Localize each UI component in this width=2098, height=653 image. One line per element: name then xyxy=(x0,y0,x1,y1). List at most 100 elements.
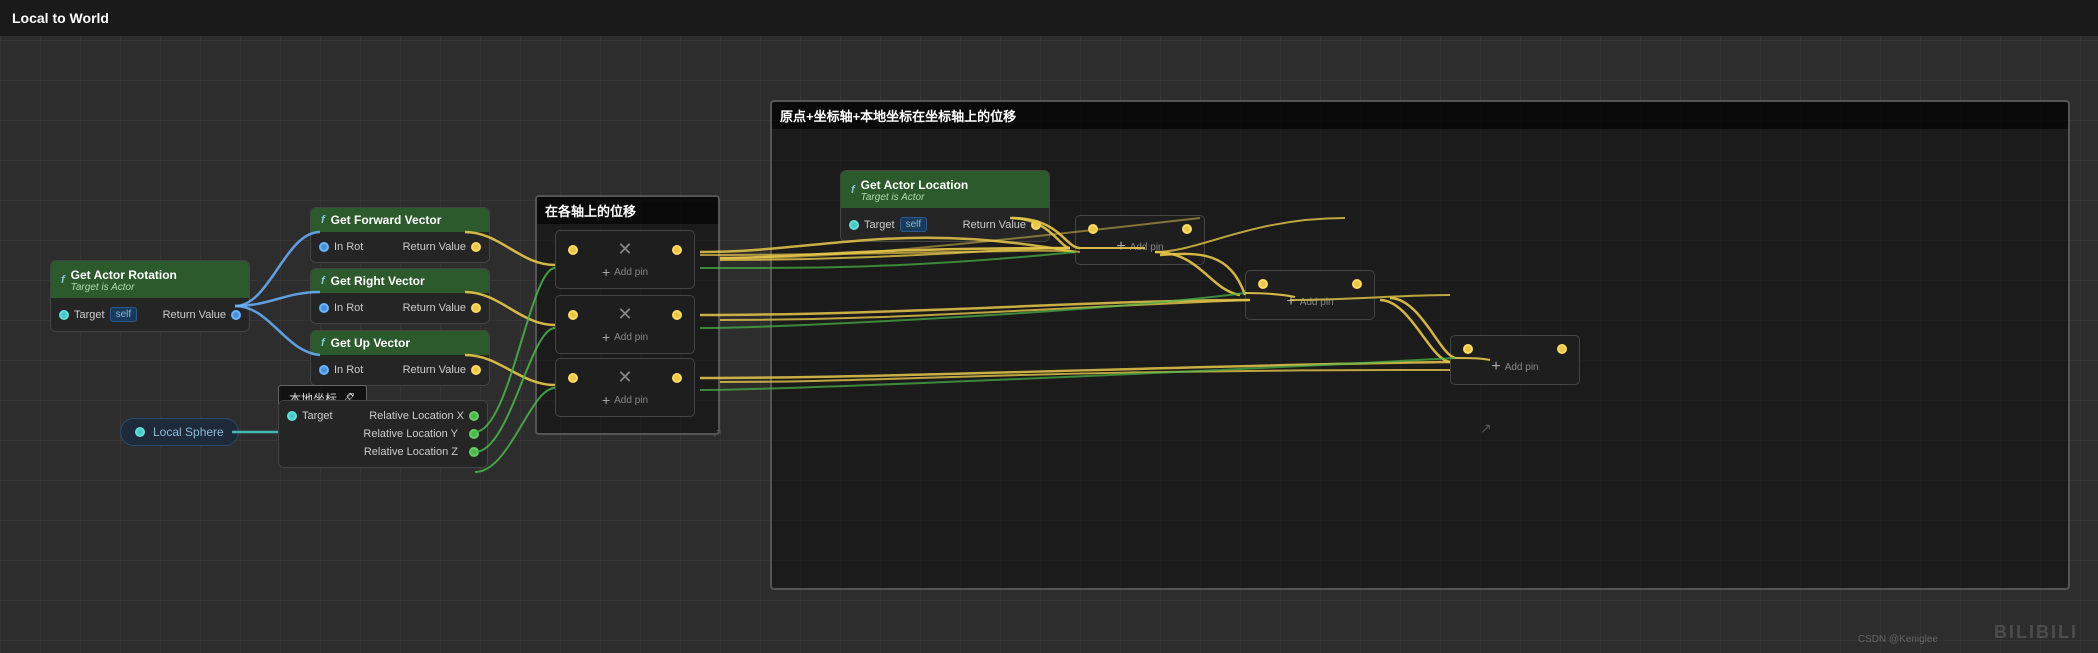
add-pin-5-left-pin xyxy=(1258,279,1268,289)
actor-loc-target-label: Target xyxy=(864,219,895,231)
add-pin-box-3[interactable]: ✕ + Add pin xyxy=(555,358,695,417)
add-pin-box-6[interactable]: + Add pin xyxy=(1450,335,1580,385)
get-forward-vector-node[interactable]: f Get Forward Vector In Rot Return Value xyxy=(310,207,490,263)
get-right-vector-node[interactable]: f Get Right Vector In Rot Return Value xyxy=(310,268,490,324)
in-rot-pin-right xyxy=(319,303,329,313)
func-icon: f xyxy=(61,274,65,286)
get-actor-rotation-header: f Get Actor Rotation Target is Actor xyxy=(51,261,249,298)
rel-x-label: Relative Location X xyxy=(369,410,464,422)
add-pin-1-left-pin xyxy=(568,245,578,255)
add-pin-plus-icon-6: + xyxy=(1491,358,1500,376)
func-icon-right: f xyxy=(321,275,325,287)
get-forward-vector-title: Get Forward Vector xyxy=(331,213,442,227)
rel-z-pin xyxy=(469,447,479,457)
return-label-fwd: Return Value xyxy=(403,241,466,253)
in-rot-pin-up xyxy=(319,365,329,375)
get-up-vector-title: Get Up Vector xyxy=(331,336,410,350)
sphere-label: Local Sphere xyxy=(153,425,224,439)
add-pin-label-3[interactable]: + Add pin xyxy=(602,392,648,408)
get-up-vector-header: f Get Up Vector xyxy=(311,331,489,355)
main-comment-label: 原点+坐标轴+本地坐标在坐标轴上的位移 xyxy=(780,109,1016,124)
return-pin-fwd xyxy=(471,242,481,252)
in-rot-pin xyxy=(319,242,329,252)
add-pin-4-right-pin xyxy=(1182,224,1192,234)
rel-z-label: Relative Location Z xyxy=(364,446,458,458)
get-actor-location-body: Target self Return Value xyxy=(841,208,1049,241)
add-pin-label-6[interactable]: + Add pin xyxy=(1491,358,1538,376)
each-axis-label: 在各轴上的位移 xyxy=(545,204,636,219)
add-pin-plus-icon-4: + xyxy=(1116,238,1125,256)
multiply-icon-1: ✕ xyxy=(617,239,632,260)
component-location-body: Target Relative Location X Relative Loca… xyxy=(279,401,487,467)
right-pin-row: In Rot Return Value xyxy=(311,299,489,317)
get-actor-location-subtitle: Target is Actor xyxy=(861,192,969,203)
get-right-vector-header: f Get Right Vector xyxy=(311,269,489,293)
in-rot-label-up: In Rot xyxy=(334,364,363,376)
target-pin xyxy=(59,310,69,320)
get-actor-rotation-title: Get Actor Rotation xyxy=(71,268,177,282)
multiply-icon-3: ✕ xyxy=(617,367,632,388)
add-pin-label-2[interactable]: + Add pin xyxy=(602,329,648,345)
add-pin-box-1[interactable]: ✕ + Add pin xyxy=(555,230,695,289)
credit-text: CSDN @Keniglee xyxy=(1858,634,1938,645)
add-pin-text-5: Add pin xyxy=(1300,297,1334,308)
add-pin-6-right-pin xyxy=(1557,344,1567,354)
actor-loc-pin-row: Target self Return Value xyxy=(841,214,1049,235)
main-comment-header: 原点+坐标轴+本地坐标在坐标轴上的位移 xyxy=(772,102,2068,129)
add-pin-label-4[interactable]: + Add pin xyxy=(1116,238,1163,256)
rel-y-row: Relative Location Y xyxy=(279,425,487,443)
get-actor-rotation-body: Target self Return Value xyxy=(51,298,249,331)
add-pin-4-left-pin xyxy=(1088,224,1098,234)
title-text: Local to World xyxy=(12,10,109,26)
forward-pin-row: In Rot Return Value xyxy=(311,238,489,256)
comp-target-pin xyxy=(287,411,297,421)
func-icon-fwd: f xyxy=(321,214,325,226)
add-pin-3-right-pin xyxy=(672,373,682,383)
get-forward-vector-body: In Rot Return Value xyxy=(311,232,489,262)
add-pin-text-6: Add pin xyxy=(1505,362,1539,373)
add-pin-2-left-pin xyxy=(568,310,578,320)
local-sphere-node[interactable]: Local Sphere xyxy=(120,418,239,446)
add-pin-5-right-pin xyxy=(1352,279,1362,289)
up-pin-row: In Rot Return Value xyxy=(311,361,489,379)
get-up-vector-node[interactable]: f Get Up Vector In Rot Return Value xyxy=(310,330,490,386)
in-rot-label-right: In Rot xyxy=(334,302,363,314)
add-pin-text-4: Add pin xyxy=(1130,242,1164,253)
add-pin-label-1[interactable]: + Add pin xyxy=(602,264,648,280)
add-pin-6-left-pin xyxy=(1463,344,1473,354)
multiply-icon-2: ✕ xyxy=(617,304,632,325)
get-actor-rotation-node[interactable]: f Get Actor Rotation Target is Actor Tar… xyxy=(50,260,250,332)
return-pin-up xyxy=(471,365,481,375)
add-pin-2-right-pin xyxy=(672,310,682,320)
resize-arrow-1: ↗ xyxy=(712,426,722,440)
target-self-value[interactable]: self xyxy=(110,307,138,322)
add-pin-box-2[interactable]: ✕ + Add pin xyxy=(555,295,695,354)
add-pin-label-5[interactable]: + Add pin xyxy=(1286,293,1333,311)
add-pin-box-4[interactable]: + Add pin xyxy=(1075,215,1205,265)
target-label: Target xyxy=(74,309,105,321)
add-pin-text-1: Add pin xyxy=(614,267,648,278)
get-component-location-node[interactable]: Target Relative Location X Relative Loca… xyxy=(278,400,488,468)
actor-loc-target-pin xyxy=(849,220,859,230)
get-actor-location-node[interactable]: f Get Actor Location Target is Actor Tar… xyxy=(840,170,1050,242)
add-pin-1-right-pin xyxy=(672,245,682,255)
rel-z-row: Relative Location Z xyxy=(279,443,487,461)
each-axis-comment-header: 在各轴上的位移 xyxy=(537,197,718,224)
in-rot-label: In Rot xyxy=(334,241,363,253)
watermark: BILIBILI xyxy=(1994,622,2078,643)
get-actor-location-title: Get Actor Location xyxy=(861,178,969,192)
actor-loc-return-label: Return Value xyxy=(963,219,1026,231)
return-label-up: Return Value xyxy=(403,364,466,376)
add-pin-box-5[interactable]: + Add pin xyxy=(1245,270,1375,320)
add-pin-3-left-pin xyxy=(568,373,578,383)
add-pin-text-2: Add pin xyxy=(614,332,648,343)
get-actor-location-header: f Get Actor Location Target is Actor xyxy=(841,171,1049,208)
add-pin-plus-icon-5: + xyxy=(1286,293,1295,311)
target-pin-row: Target self Return Value xyxy=(51,304,249,325)
return-pin-right xyxy=(471,303,481,313)
actor-loc-return-pin xyxy=(1031,220,1041,230)
resize-arrow-2: ↗ xyxy=(1480,420,1492,437)
add-pin-plus-3: + xyxy=(602,392,610,408)
return-label: Return Value xyxy=(163,309,226,321)
actor-loc-target-value[interactable]: self xyxy=(900,217,928,232)
